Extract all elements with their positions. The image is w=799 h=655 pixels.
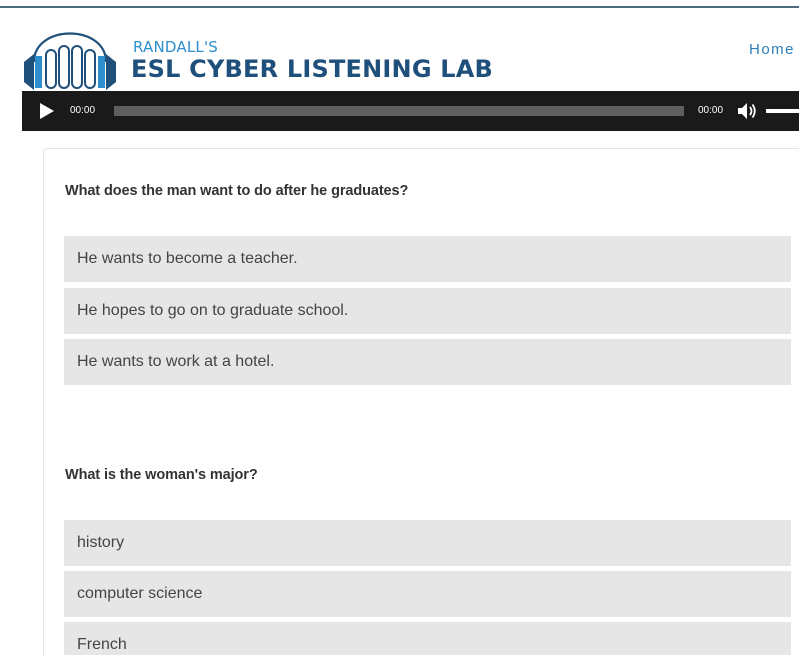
question-1-option-2[interactable]: He hopes to go on to graduate school. xyxy=(64,288,791,334)
play-icon[interactable] xyxy=(40,103,54,119)
option-label: French xyxy=(77,636,127,653)
audio-player: 00:00 00:00 xyxy=(22,91,799,131)
option-label: He hopes to go on to graduate school. xyxy=(77,302,349,319)
question-2-option-3[interactable]: French xyxy=(64,622,791,655)
headphones-logo-icon[interactable] xyxy=(20,10,120,94)
option-label: computer science xyxy=(77,585,203,602)
option-label: history xyxy=(77,534,125,551)
nav-home-link[interactable]: Home xyxy=(749,41,795,58)
volume-slider[interactable] xyxy=(766,109,799,113)
question-1-option-1[interactable]: He wants to become a teacher. xyxy=(64,236,791,282)
current-time: 00:00 xyxy=(70,105,96,116)
question-2-option-1[interactable]: history xyxy=(64,520,791,566)
question-1-option-3[interactable]: He wants to work at a hotel. xyxy=(64,339,791,385)
progress-rail[interactable] xyxy=(114,106,684,116)
brand-title[interactable]: ESL CYBER LISTENING LAB xyxy=(131,55,493,83)
option-label: He wants to become a teacher. xyxy=(77,250,298,267)
site-header: RANDALL'S ESL CYBER LISTENING LAB Home xyxy=(0,8,799,91)
option-label: He wants to work at a hotel. xyxy=(77,353,275,370)
duration-time: 00:00 xyxy=(698,105,724,116)
speaker-icon[interactable] xyxy=(738,102,758,120)
brand-subtitle: RANDALL'S xyxy=(133,38,219,56)
question-2-option-2[interactable]: computer science xyxy=(64,571,791,617)
question-2-text: What is the woman's major? xyxy=(65,467,258,483)
question-1-text: What does the man want to do after he gr… xyxy=(65,183,409,199)
